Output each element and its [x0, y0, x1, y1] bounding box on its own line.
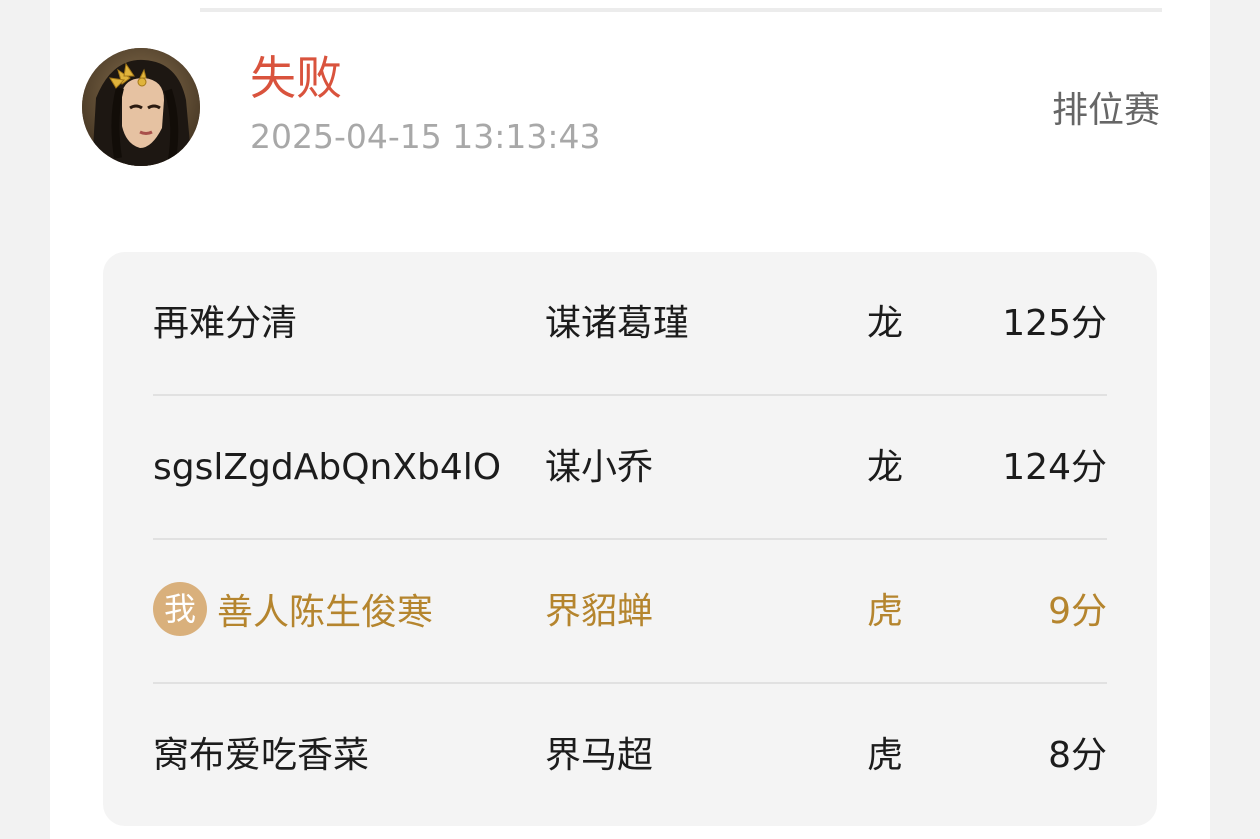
player-row-self[interactable]: 我善人陈生俊寒 界貂蝉 虎 9分 — [153, 540, 1107, 684]
match-result: 失败 — [250, 51, 342, 105]
player-row[interactable]: sgslZgdAbQnXb4lO 谋小乔 龙 124分 — [153, 396, 1107, 540]
player-hero: 谋诸葛瑾 — [545, 303, 690, 344]
player-name: 窝布爱吃香菜 — [153, 735, 370, 776]
player-score: 9分 — [1048, 591, 1107, 632]
player-row[interactable]: 再难分清 谋诸葛瑾 龙 125分 — [153, 252, 1107, 396]
player-team: 虎 — [867, 735, 904, 776]
match-mode: 排位赛 — [1051, 90, 1160, 131]
top-divider — [200, 8, 1162, 12]
match-timestamp: 2025-04-15 13:13:43 — [250, 117, 601, 156]
player-score: 8分 — [1048, 735, 1107, 776]
player-team: 龙 — [867, 303, 904, 344]
avatar[interactable] — [82, 48, 200, 166]
player-hero: 谋小乔 — [545, 447, 654, 488]
player-score-table: 再难分清 谋诸葛瑾 龙 125分 sgslZgdAbQnXb4lO 谋小乔 龙 … — [103, 252, 1157, 826]
player-hero: 界貂蝉 — [545, 591, 654, 632]
player-score: 124分 — [1002, 447, 1107, 488]
player-team: 虎 — [867, 591, 904, 632]
player-name-self: 我善人陈生俊寒 — [153, 540, 433, 684]
self-badge: 我 — [153, 582, 207, 636]
player-name-text: 善人陈生俊寒 — [217, 592, 434, 633]
player-name: sgslZgdAbQnXb4lO — [153, 447, 502, 488]
player-name: 再难分清 — [153, 303, 298, 344]
player-hero: 界马超 — [545, 735, 654, 776]
player-row[interactable]: 窝布爱吃香菜 界马超 虎 8分 — [153, 684, 1107, 828]
player-score: 125分 — [1002, 303, 1107, 344]
match-record-card[interactable]: 失败 2025-04-15 13:13:43 排位赛 再难分清 谋诸葛瑾 龙 1… — [50, 0, 1210, 839]
player-team: 龙 — [867, 447, 904, 488]
avatar-portrait-image — [82, 48, 200, 166]
